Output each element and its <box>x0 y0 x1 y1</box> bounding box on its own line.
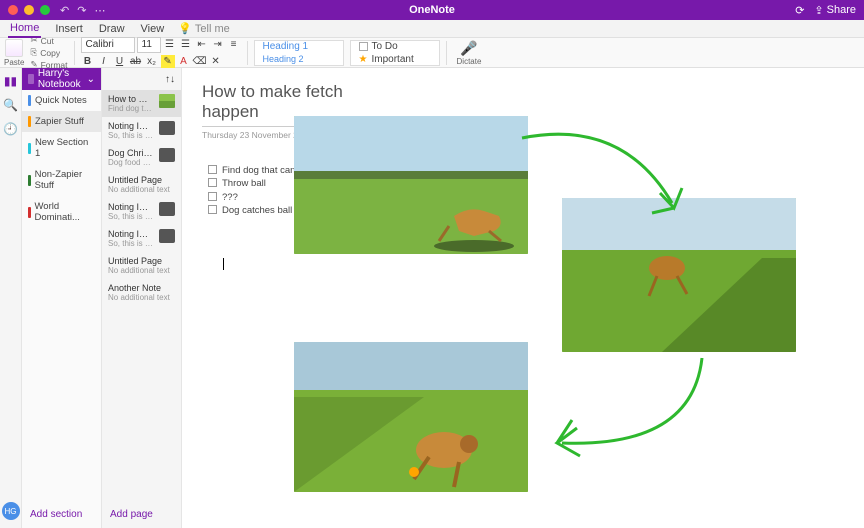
user-avatar[interactable]: HG <box>2 502 20 520</box>
page-item[interactable]: Untitled PageNo additional text <box>102 252 181 279</box>
page-thumbnail <box>159 121 175 135</box>
copy-button[interactable]: ⎘Copy <box>30 47 67 58</box>
underline-button[interactable]: U <box>113 55 127 69</box>
ribbon: Paste ✂Cut ⎘Copy ✎Format Calibri 11 ☰ ☰ … <box>0 38 864 68</box>
share-icon: ⇪ <box>814 4 823 17</box>
page-item[interactable]: How to ma...Find dog that... <box>102 90 181 117</box>
more-icon[interactable]: ⋯ <box>94 4 105 17</box>
notebook-icon <box>28 74 34 84</box>
section-color-tab <box>28 175 31 186</box>
styles-button[interactable]: ✕ <box>209 55 223 69</box>
arrow-2 <box>522 348 712 468</box>
page-item[interactable]: Noting Imp...So, this is a s... <box>102 198 181 225</box>
notebooks-icon[interactable]: ▮▮ <box>4 74 18 88</box>
page-thumbnail <box>159 229 175 243</box>
redo-icon[interactable]: ↷ <box>77 4 86 17</box>
notebook-selector[interactable]: Harry's Notebook ⌄ <box>22 68 101 90</box>
app-title: OneNote <box>409 4 455 16</box>
star-icon: ★ <box>359 54 368 65</box>
section-item[interactable]: Zapier Stuff <box>22 111 101 132</box>
maximize-window-button[interactable] <box>40 5 50 15</box>
dictate-button[interactable]: 🎤 Dictate <box>457 40 482 66</box>
italic-button[interactable]: I <box>97 55 111 69</box>
share-button[interactable]: ⇪ Share <box>814 4 856 17</box>
bullet-list-button[interactable]: ☰ <box>163 38 177 52</box>
align-button[interactable]: ≡ <box>227 38 241 52</box>
section-item[interactable]: Non-Zapier Stuff <box>22 164 101 196</box>
tags-box[interactable]: To Do ★Important <box>350 40 440 66</box>
section-color-tab <box>28 207 31 218</box>
page-thumbnail <box>159 94 175 108</box>
subscript-button[interactable]: x₂ <box>145 55 159 69</box>
checkbox-icon[interactable] <box>208 192 217 201</box>
page-item[interactable]: Untitled PageNo additional text <box>102 171 181 198</box>
window-controls <box>8 5 50 15</box>
font-color-button[interactable]: A <box>177 55 191 69</box>
bulb-icon: 💡 <box>178 22 192 35</box>
image-dog-running[interactable] <box>294 116 528 254</box>
image-dog-jumping[interactable] <box>562 198 796 352</box>
clear-format-button[interactable]: ⌫ <box>193 55 207 69</box>
bold-button[interactable]: B <box>81 55 95 69</box>
image-dog-catching[interactable] <box>294 342 528 492</box>
add-section-button[interactable]: Add section <box>22 501 101 528</box>
note-canvas[interactable]: How to make fetch happen Thursday 23 Nov… <box>182 68 864 528</box>
section-item[interactable]: New Section 1 <box>22 132 101 164</box>
heading-styles[interactable]: Heading 1 Heading 2 <box>254 40 344 66</box>
checkbox-icon[interactable] <box>208 178 217 187</box>
section-item[interactable]: World Dominati... <box>22 196 101 228</box>
font-name-select[interactable]: Calibri <box>81 37 135 53</box>
strike-button[interactable]: ab <box>129 55 143 69</box>
checkbox-icon[interactable] <box>208 165 217 174</box>
checkbox-icon <box>359 42 368 51</box>
page-item[interactable]: Noting Imp...So, this is a s... <box>102 117 181 144</box>
page-thumbnail <box>159 202 175 216</box>
section-color-tab <box>28 95 31 106</box>
outdent-button[interactable]: ⇤ <box>195 38 209 52</box>
undo-icon[interactable]: ↶ <box>60 4 69 17</box>
recent-icon[interactable]: 🕘 <box>4 122 18 136</box>
paste-button[interactable]: Paste <box>4 39 24 67</box>
add-page-button[interactable]: Add page <box>102 501 181 528</box>
nav-rail: ▮▮ 🔍 🕘 HG <box>0 68 22 528</box>
sync-icon[interactable]: ⟳ <box>795 4 804 17</box>
sections-panel: Harry's Notebook ⌄ Quick NotesZapier Stu… <box>22 68 102 528</box>
menu-bar: Home Insert Draw View 💡 Tell me <box>0 20 864 38</box>
copy-icon: ⎘ <box>30 47 37 58</box>
section-item[interactable]: Quick Notes <box>22 90 101 111</box>
menu-draw[interactable]: Draw <box>97 21 127 37</box>
pages-panel: ↑↓ How to ma...Find dog that...Noting Im… <box>102 68 182 528</box>
search-icon[interactable]: 🔍 <box>4 98 18 112</box>
title-bar: ↶ ↷ ⋯ OneNote ⟳ ⇪ Share <box>0 0 864 20</box>
page-thumbnail <box>159 148 175 162</box>
number-list-button[interactable]: ☰ <box>179 38 193 52</box>
font-size-select[interactable]: 11 <box>137 37 161 53</box>
cut-button[interactable]: ✂Cut <box>30 35 67 46</box>
close-window-button[interactable] <box>8 5 18 15</box>
menu-view[interactable]: View <box>139 21 167 37</box>
paste-icon <box>5 39 23 57</box>
highlight-button[interactable]: ✎ <box>161 55 175 69</box>
section-color-tab <box>28 116 31 127</box>
scissors-icon: ✂ <box>30 35 37 46</box>
indent-button[interactable]: ⇥ <box>211 38 225 52</box>
chevron-down-icon: ⌄ <box>87 74 95 85</box>
page-item[interactable]: Another NoteNo additional text <box>102 279 181 306</box>
page-item[interactable]: Noting Imp...So, this is a s... <box>102 225 181 252</box>
text-cursor <box>223 258 224 270</box>
microphone-icon: 🎤 <box>460 40 477 57</box>
section-color-tab <box>28 143 31 154</box>
page-item[interactable]: Dog Christ...Dog food Fa... <box>102 144 181 171</box>
minimize-window-button[interactable] <box>24 5 34 15</box>
checkbox-icon[interactable] <box>208 205 217 214</box>
tell-me-search[interactable]: 💡 Tell me <box>178 22 230 35</box>
sort-pages-icon[interactable]: ↑↓ <box>165 74 175 85</box>
